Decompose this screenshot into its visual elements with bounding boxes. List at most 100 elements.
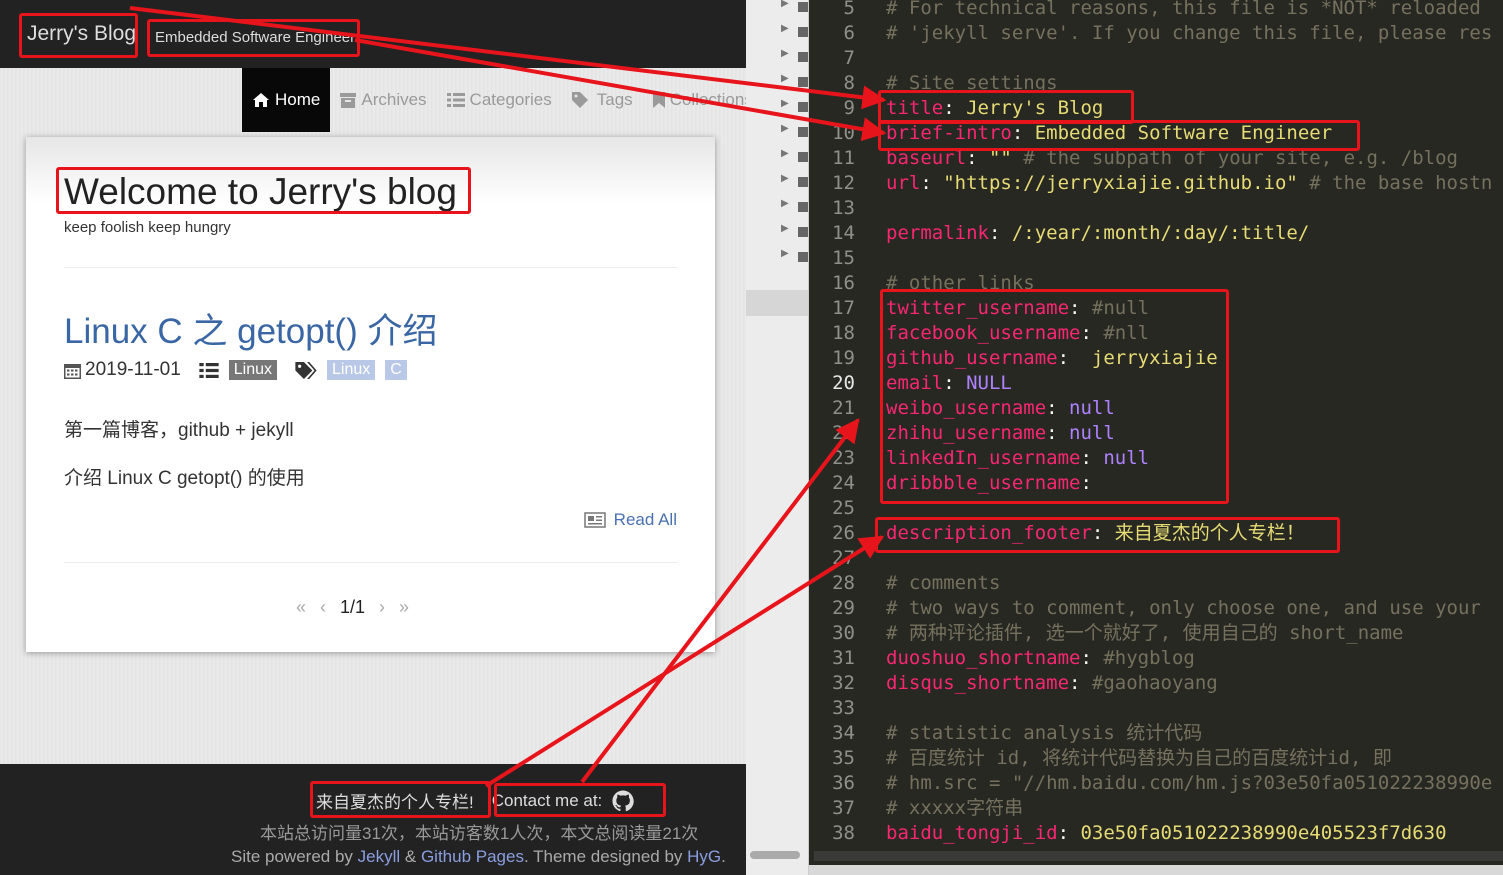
code-line[interactable]: 12 url: "https://jerryxiajie.github.io" #…	[809, 171, 1492, 196]
folder-icon	[798, 152, 808, 162]
annotation-box	[147, 19, 360, 57]
line-number: 9	[843, 97, 855, 119]
code-line[interactable]: 18 facebook_username: #nll	[809, 321, 1149, 346]
expand-arrow-icon[interactable]: ▶	[781, 48, 789, 59]
visit-stats: 本站总访问量31次，本站访客数1人次，本文总阅读量21次	[260, 824, 699, 843]
amp-text: &	[400, 847, 421, 866]
nav-archives[interactable]: Archives	[330, 68, 436, 132]
nav-categories[interactable]: Categories	[437, 68, 562, 132]
divider	[64, 562, 677, 563]
code-line[interactable]: 30 # 两种评论插件, 选一个就好了, 使用自己的 short_name	[809, 621, 1403, 646]
jekyll-link[interactable]: Jekyll	[358, 847, 401, 866]
expand-arrow-icon[interactable]: ▶	[781, 148, 789, 159]
code-line[interactable]: 23 linkedIn_username: null	[809, 446, 1149, 471]
nav-tags[interactable]: Tags	[562, 68, 643, 132]
code-line[interactable]: 33	[809, 696, 855, 721]
post-title[interactable]: Linux C 之 getopt() 介绍	[64, 303, 437, 354]
code-line[interactable]: 24 dribbble_username:	[809, 471, 1092, 496]
code-text: duoshuo_shortname: #hygblog	[886, 647, 1195, 669]
read-all-link[interactable]: Read All	[583, 510, 677, 530]
expand-arrow-icon[interactable]: ▶	[781, 123, 789, 134]
line-number: 11	[832, 147, 855, 169]
nav-home-label: Home	[275, 90, 321, 109]
line-number: 17	[832, 297, 855, 319]
code-line[interactable]: 37 # xxxxx字符串	[809, 796, 1023, 821]
code-line[interactable]: 34 # statistic analysis 统计代码	[809, 721, 1202, 746]
line-number: 18	[832, 322, 855, 344]
code-line[interactable]: 36 # hm.src = "//hm.baidu.com/hm.js?03e50…	[809, 771, 1492, 796]
scrollbar[interactable]	[750, 851, 800, 859]
code-line[interactable]: 13	[809, 196, 855, 221]
code-text: # For technical reasons, this file is *N…	[886, 0, 1481, 19]
expand-arrow-icon[interactable]: ▶	[781, 23, 789, 34]
code-line[interactable]: 35 # 百度统计 id, 将统计代码替换为自己的百度统计id, 即	[809, 746, 1392, 771]
code-line[interactable]: 5 # For technical reasons, this file is *…	[809, 0, 1481, 21]
folder-icon	[798, 77, 808, 87]
tags-icon	[295, 361, 317, 379]
nav-collections[interactable]: Collections	[643, 68, 746, 132]
code-text: baidu_tongji_id: 03e50fa051022238990e405…	[886, 822, 1447, 844]
expand-arrow-icon[interactable]: ▶	[781, 0, 789, 9]
code-line[interactable]: 8 # Site settings	[809, 71, 1058, 96]
code-line[interactable]: 14 permalink: /:year/:month/:day/:title/	[809, 221, 1309, 246]
code-line[interactable]: 17 twitter_username: #null	[809, 296, 1149, 321]
expand-arrow-icon[interactable]: ▶	[781, 223, 789, 234]
line-number: 36	[832, 772, 855, 794]
last-page-button[interactable]: »	[399, 597, 409, 618]
next-page-button[interactable]: ›	[379, 597, 385, 618]
post-category[interactable]: Linux	[228, 360, 278, 380]
annotation-box	[880, 289, 1229, 504]
code-line[interactable]: 7	[809, 46, 855, 71]
code-line[interactable]: 9 title: Jerry's Blog	[809, 96, 1104, 121]
line-number: 24	[832, 472, 855, 494]
line-number: 29	[832, 597, 855, 619]
line-number: 22	[832, 422, 855, 444]
code-line[interactable]: 38 baidu_tongji_id: 03e50fa051022238990e4…	[809, 821, 1446, 846]
code-line[interactable]: 26 description_footer: 来自夏杰的个人专栏！	[809, 521, 1305, 546]
post-card: Welcome to Jerry's blog keep foolish kee…	[26, 137, 715, 652]
post-tag[interactable]: Linux	[327, 360, 376, 380]
horizontal-scrollbar[interactable]	[814, 851, 1503, 861]
code-line[interactable]: 32 disqus_shortname: #gaohaoyang	[809, 671, 1218, 696]
code-text: # xxxxx字符串	[886, 797, 1024, 819]
code-text: url: "https://jerryxiajie.github.io" # t…	[886, 172, 1493, 194]
code-line[interactable]: 20 email: NULL	[809, 371, 1012, 396]
expand-arrow-icon[interactable]: ▶	[781, 173, 789, 184]
post-date: 2019-11-01	[85, 359, 181, 380]
code-line[interactable]: 16 # other links	[809, 271, 1035, 296]
line-number: 6	[843, 22, 855, 44]
code-text: disqus_shortname: #gaohaoyang	[886, 672, 1218, 694]
post-tag[interactable]: C	[385, 360, 407, 380]
code-line[interactable]: 10 brief-intro: Embedded Software Enginee…	[809, 121, 1332, 146]
line-number: 10	[832, 122, 855, 144]
powered-by: Site powered by Jekyll & Github Pages. T…	[231, 847, 726, 867]
github-pages-link[interactable]: Github Pages	[421, 847, 524, 866]
line-number: 37	[832, 797, 855, 819]
code-line[interactable]: 15	[809, 246, 855, 271]
expand-arrow-icon[interactable]: ▶	[781, 198, 789, 209]
hyg-link[interactable]: HyG	[687, 847, 721, 866]
code-line[interactable]: 11 baseurl: "" # the subpath of your site…	[809, 146, 1458, 171]
code-line[interactable]: 6 # 'jekyll serve'. If you change this fi…	[809, 21, 1493, 46]
annotation-box	[494, 783, 666, 817]
nav-home[interactable]: Home	[242, 68, 331, 132]
annotation-box	[875, 517, 1340, 553]
folder-icon	[798, 202, 808, 212]
expand-arrow-icon[interactable]: ▶	[781, 73, 789, 84]
code-line[interactable]: 28 # comments	[809, 571, 1000, 596]
code-line[interactable]: 19 github_username: jerryxiajie	[809, 346, 1218, 371]
code-line[interactable]: 29 # two ways to comment, only choose one…	[809, 596, 1481, 621]
code-line[interactable]: 21 weibo_username: null	[809, 396, 1115, 421]
expand-arrow-icon[interactable]: ▶	[781, 98, 789, 109]
expand-arrow-icon[interactable]: ▶	[781, 248, 789, 259]
code-line[interactable]: 27	[809, 546, 855, 571]
home-icon	[253, 93, 269, 107]
annotation-box	[878, 90, 1134, 124]
code-line[interactable]: 31 duoshuo_shortname: #hygblog	[809, 646, 1195, 671]
prev-page-button[interactable]: ‹	[320, 597, 326, 618]
selected-row	[746, 290, 808, 316]
first-page-button[interactable]: «	[296, 597, 306, 618]
code-line[interactable]: 22 zhihu_username: null	[809, 421, 1115, 446]
code-line[interactable]: 25	[809, 496, 855, 521]
line-number: 30	[832, 622, 855, 644]
